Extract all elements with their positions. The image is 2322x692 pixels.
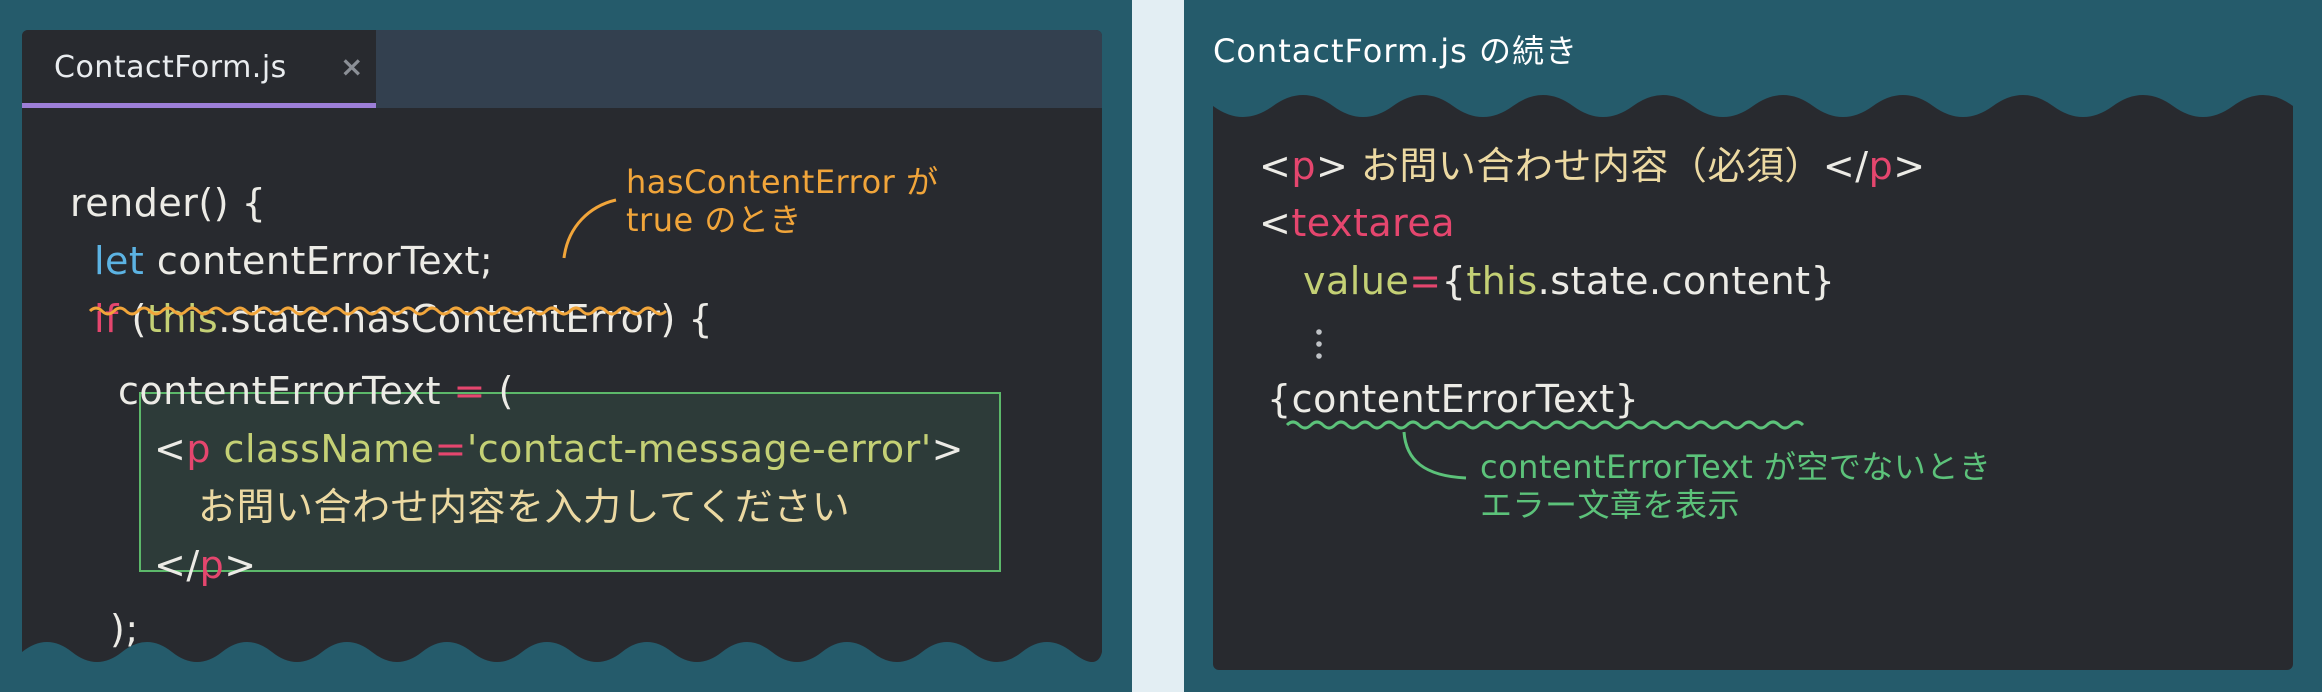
decoration-overlay bbox=[22, 88, 2293, 692]
ellipsis-dot bbox=[1316, 341, 1322, 347]
ellipsis-dot bbox=[1316, 353, 1322, 359]
left-wavy-bottom-edge bbox=[22, 642, 1102, 692]
squiggle-underline-error-expression bbox=[1285, 420, 1805, 430]
annotation-leader-green bbox=[1402, 431, 1467, 480]
annotation-show-error: contentErrorText が空でないとき エラー文章を表示 bbox=[1480, 448, 1992, 524]
ellipsis-dot bbox=[1316, 329, 1322, 335]
annotation-leader-orange bbox=[562, 198, 617, 259]
right-wavy-top-edge bbox=[1213, 88, 2293, 117]
squiggle-underline-if bbox=[88, 306, 668, 316]
annotation-has-content-error: hasContentError が true のとき bbox=[626, 163, 939, 239]
